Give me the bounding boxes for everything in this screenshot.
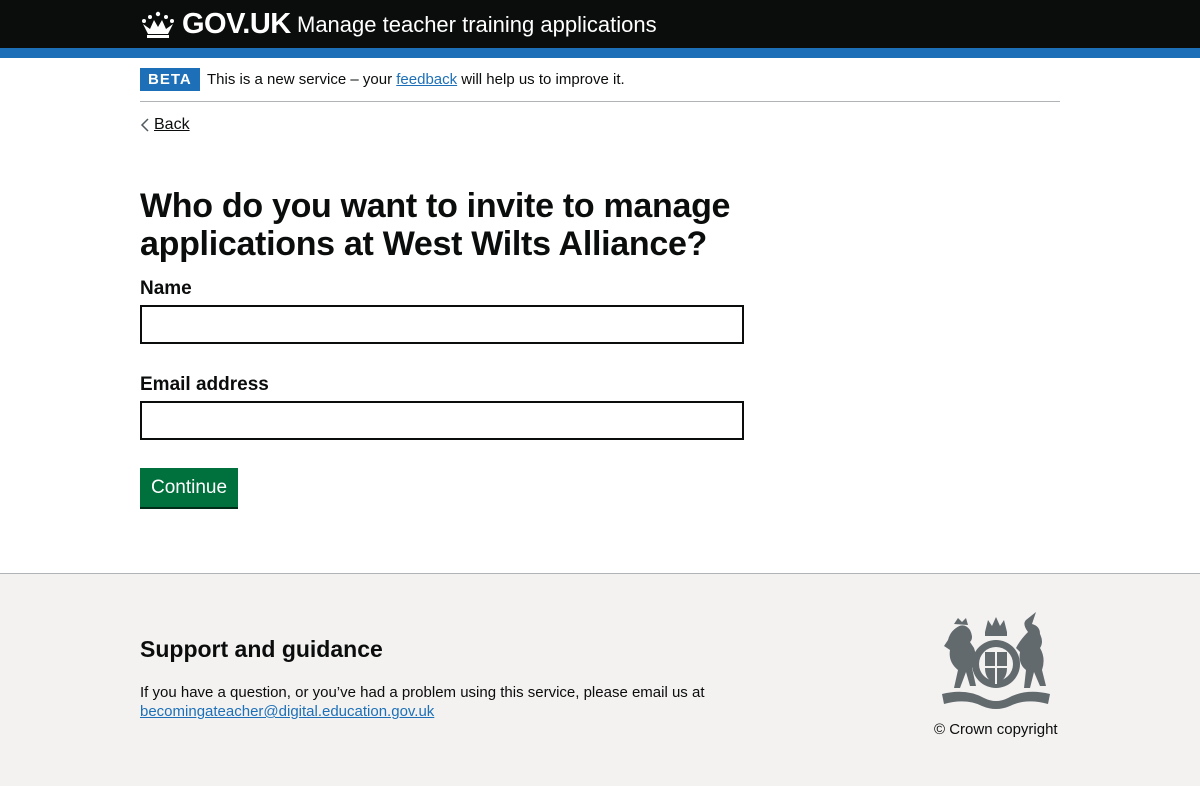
royal-coat-of-arms-icon: [942, 612, 1050, 709]
footer-support-text: If you have a question, or you’ve had a …: [140, 683, 740, 721]
support-email-link[interactable]: becomingateacher@digital.education.gov.u…: [140, 703, 434, 720]
feedback-link[interactable]: feedback: [396, 71, 457, 88]
name-input[interactable]: [140, 305, 744, 344]
page-title: Who do you want to invite to manage appl…: [140, 187, 731, 263]
footer-support-copy: If you have a question, or you’ve had a …: [140, 684, 705, 701]
continue-button[interactable]: Continue: [140, 468, 239, 507]
email-input[interactable]: [140, 401, 744, 440]
chevron-left-icon: [140, 118, 149, 132]
site-footer: Support and guidance If you have a quest…: [0, 573, 1200, 786]
phase-banner-text: This is a new service – your feedback wi…: [207, 71, 625, 89]
email-label: Email address: [140, 374, 269, 395]
govuk-logo-text: GOV.UK: [182, 8, 291, 40]
header-stripe: [0, 48, 1200, 58]
beta-tag: BETA: [140, 68, 200, 91]
footer-heading: Support and guidance: [140, 636, 383, 662]
name-label: Name: [140, 278, 192, 299]
crown-icon: [142, 11, 174, 38]
site-header: GOV.UK Manage teacher training applicati…: [0, 0, 1200, 48]
back-link[interactable]: Back: [140, 116, 190, 134]
service-name-link[interactable]: Manage teacher training applications: [297, 12, 657, 38]
phase-banner: BETA This is a new service – your feedba…: [140, 67, 1060, 102]
govuk-logo-link[interactable]: GOV.UK: [140, 8, 291, 41]
back-link-label: Back: [154, 116, 190, 133]
phase-text-after: will help us to improve it.: [457, 71, 625, 88]
crown-copyright-link[interactable]: © Crown copyright: [934, 721, 1058, 739]
phase-text-before: This is a new service – your: [207, 71, 397, 88]
